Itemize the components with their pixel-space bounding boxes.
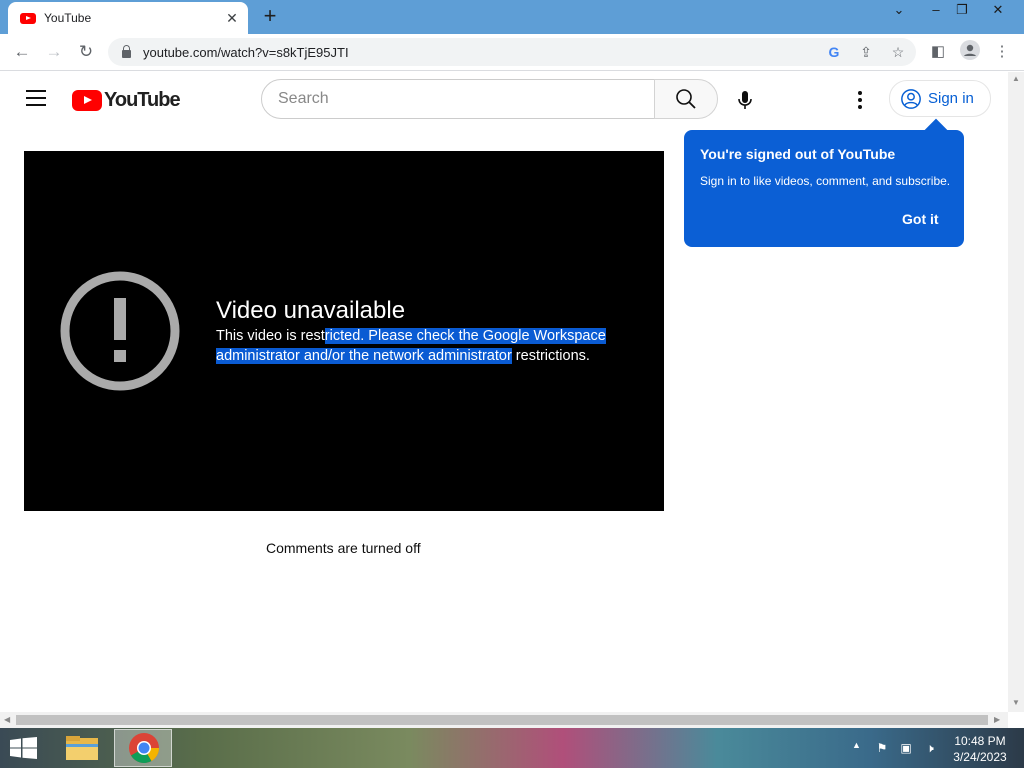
- scroll-down-icon[interactable]: ▼: [1012, 698, 1020, 707]
- side-panel-icon[interactable]: ◧: [926, 40, 950, 64]
- comments-status: Comments are turned off: [266, 540, 421, 556]
- sign-in-label: Sign in: [928, 90, 974, 107]
- profile-icon[interactable]: [958, 40, 982, 64]
- scrollbar-thumb[interactable]: [16, 715, 988, 725]
- scroll-up-icon[interactable]: ▲: [1012, 74, 1020, 83]
- volume-muted-icon[interactable]: 🕨: [922, 741, 938, 755]
- got-it-button[interactable]: Got it: [902, 211, 939, 227]
- clock-date: 3/24/2023: [953, 750, 1007, 764]
- scroll-left-icon[interactable]: ◀: [4, 715, 10, 724]
- share-icon[interactable]: ⇪: [856, 42, 876, 62]
- windows-taskbar: ▲ ⚑ ▣ 🕨 10:48 PM 3/24/2023: [0, 728, 1024, 768]
- search-button[interactable]: [654, 79, 718, 119]
- file-explorer-icon[interactable]: [62, 732, 102, 764]
- new-tab-icon[interactable]: +: [258, 4, 282, 28]
- browser-toolbar: ← → ↻ youtube.com/watch?v=s8kTjE95JTI G …: [0, 34, 1024, 71]
- more-icon[interactable]: [852, 88, 868, 112]
- alert-icon: [60, 271, 180, 391]
- tooltip-body: Sign in to like videos, comment, and sub…: [700, 174, 951, 188]
- restore-button[interactable]: ❐: [946, 0, 978, 22]
- youtube-logo-text: YouTube: [104, 88, 181, 111]
- youtube-header: YouTube Sign in: [0, 72, 1008, 128]
- hamburger-icon[interactable]: [26, 90, 46, 106]
- network-icon[interactable]: ▣: [898, 741, 914, 755]
- chrome-icon: [129, 733, 159, 764]
- reload-icon[interactable]: ↻: [74, 40, 98, 64]
- close-tab-icon[interactable]: ✕: [222, 10, 242, 27]
- youtube-logo[interactable]: YouTube: [72, 88, 181, 111]
- horizontal-scrollbar[interactable]: ◀ ▶: [0, 712, 1008, 728]
- account-icon: [901, 88, 921, 109]
- clock-time: 10:48 PM: [954, 734, 1006, 748]
- menu-icon[interactable]: ⋮: [990, 40, 1014, 64]
- youtube-favicon-icon: [20, 12, 36, 24]
- windows-start-icon[interactable]: [10, 737, 38, 759]
- show-hidden-icons-icon[interactable]: ▲: [852, 740, 861, 750]
- error-message-part: restrictions.: [511, 348, 590, 364]
- action-center-flag-icon[interactable]: ⚑: [874, 741, 890, 755]
- search-input[interactable]: [261, 79, 655, 119]
- video-player[interactable]: Video unavailable This video is restrict…: [24, 151, 664, 511]
- error-message: This video is restricted. Please check t…: [216, 326, 616, 366]
- web-page: YouTube Sign in: [0, 72, 1008, 712]
- search-icon: [676, 89, 696, 109]
- close-window-button[interactable]: ✕: [982, 0, 1014, 22]
- scroll-right-icon[interactable]: ▶: [994, 715, 1000, 724]
- back-icon[interactable]: ←: [10, 40, 34, 64]
- youtube-logo-icon: [72, 89, 102, 111]
- chrome-taskbar-button[interactable]: [114, 729, 172, 767]
- browser-tab[interactable]: YouTube ✕: [8, 2, 248, 34]
- tooltip-title: You're signed out of YouTube: [700, 146, 896, 162]
- google-icon[interactable]: G: [824, 42, 844, 62]
- tab-search-icon[interactable]: ⌄: [883, 0, 915, 22]
- star-icon[interactable]: ☆: [888, 42, 908, 62]
- address-bar[interactable]: youtube.com/watch?v=s8kTjE95JTI G ⇪ ☆: [108, 38, 916, 66]
- tab-title: YouTube: [44, 11, 92, 25]
- mic-icon[interactable]: [733, 88, 757, 112]
- error-message-part: This video is rest: [216, 328, 325, 344]
- sign-in-button[interactable]: Sign in: [889, 80, 991, 117]
- vertical-scrollbar[interactable]: ▲ ▼: [1008, 72, 1024, 712]
- url-text[interactable]: youtube.com/watch?v=s8kTjE95JTI: [143, 45, 349, 60]
- lock-icon[interactable]: [122, 45, 131, 58]
- browser-tab-strip: YouTube ✕ + ⌄ – ❐ ✕: [0, 0, 1024, 34]
- signed-out-tooltip: You're signed out of YouTube Sign in to …: [684, 118, 964, 247]
- system-clock[interactable]: 10:48 PM 3/24/2023: [946, 733, 1014, 765]
- error-title: Video unavailable: [216, 297, 406, 324]
- forward-icon[interactable]: →: [42, 40, 66, 64]
